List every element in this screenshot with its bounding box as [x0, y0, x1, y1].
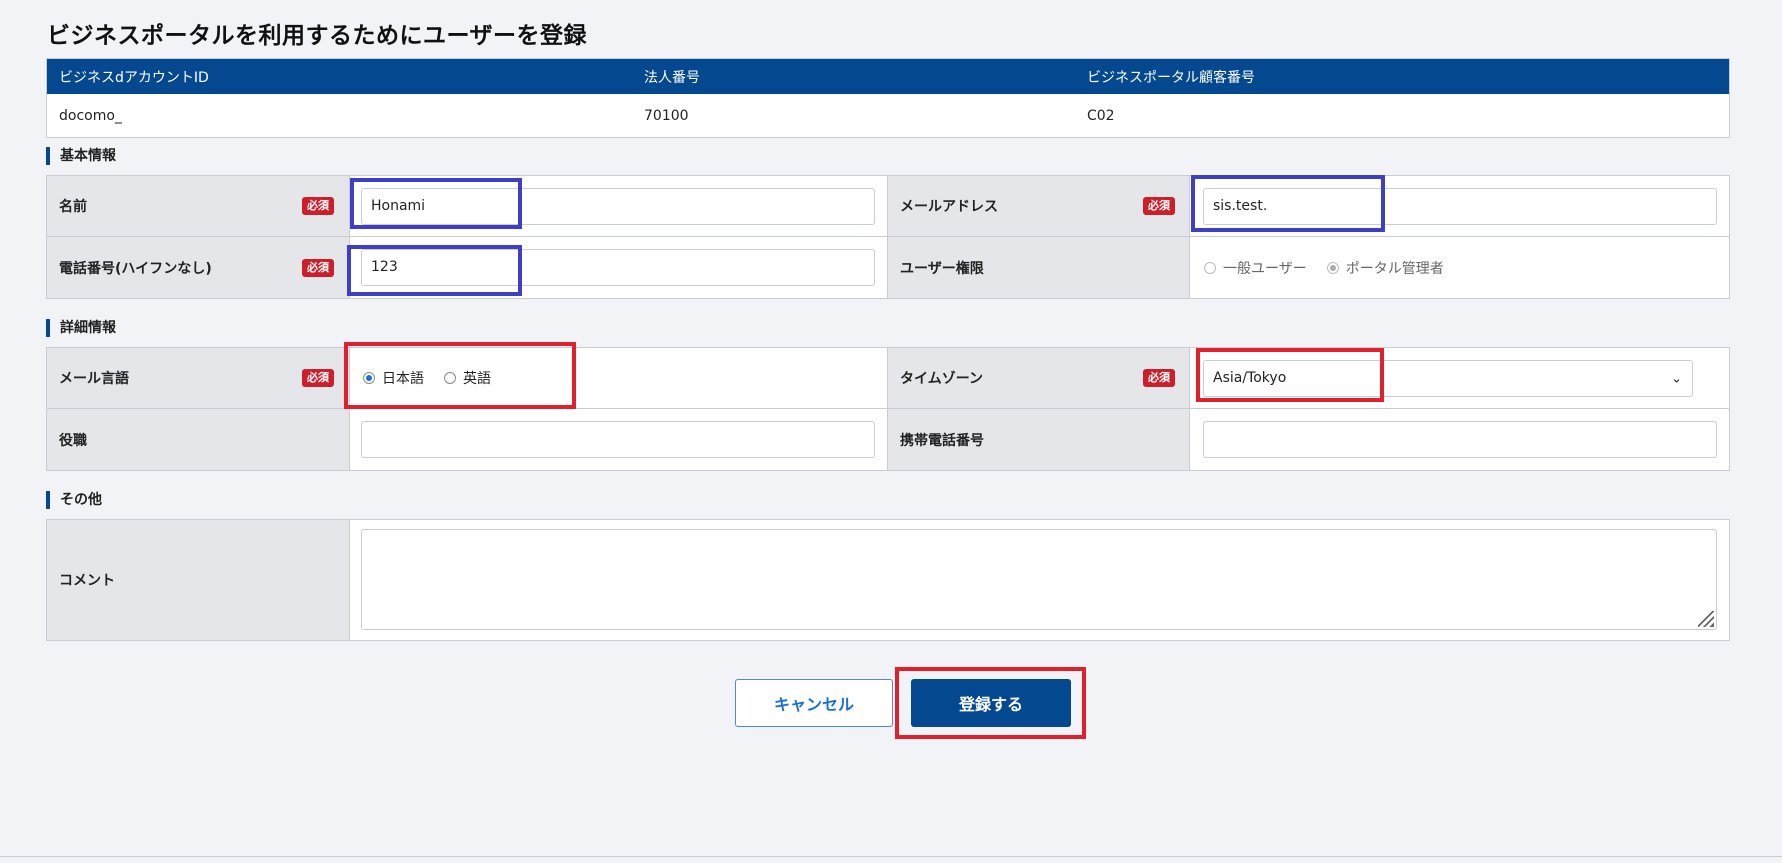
- register-button[interactable]: 登録する: [911, 679, 1071, 727]
- position-input[interactable]: [361, 421, 875, 458]
- phone-label-cell: 電話番号(ハイフンなし) 必須: [47, 237, 350, 298]
- required-badge: 必須: [302, 369, 334, 387]
- required-badge: 必須: [1143, 197, 1175, 215]
- phone-label: 電話番号(ハイフンなし): [59, 260, 212, 277]
- form-row: 名前 必須 Honami メールアドレス 必須 sis.test.: [47, 176, 1729, 237]
- position-label-cell: 役職: [47, 409, 350, 470]
- form-row: メール言語 必須 日本語 英語 タイムゾーン 必須 Asia/Tokyo ⌄: [47, 348, 1729, 409]
- header-corporate-number: 法人番号: [644, 69, 700, 86]
- phone-input[interactable]: 123: [361, 249, 875, 286]
- position-label: 役職: [59, 432, 87, 449]
- detail-info-form: メール言語 必須 日本語 英語 タイムゾーン 必須 Asia/Tokyo ⌄ 役…: [46, 347, 1730, 471]
- radio-label: 一般ユーザー: [1223, 260, 1307, 277]
- resize-grip-icon[interactable]: [1698, 611, 1714, 627]
- form-row: 役職 携帯電話番号: [47, 409, 1729, 470]
- value-business-id: docomo_: [59, 108, 122, 124]
- cancel-button[interactable]: キャンセル: [735, 679, 893, 727]
- role-label: ユーザー権限: [900, 260, 984, 277]
- timezone-label-cell: タイムゾーン 必須: [887, 348, 1190, 408]
- name-input[interactable]: Honami: [361, 188, 875, 225]
- lang-option-japanese[interactable]: 日本語: [363, 368, 424, 388]
- lang-option-english[interactable]: 英語: [444, 368, 491, 388]
- value-corporate-number: 70100: [644, 108, 689, 124]
- name-label: 名前: [59, 199, 87, 215]
- other-form: コメント: [46, 519, 1730, 641]
- form-row: コメント: [47, 520, 1729, 640]
- mobile-label: 携帯電話番号: [900, 432, 984, 449]
- basic-info-form: 名前 必須 Honami メールアドレス 必須 sis.test. 電話番号(ハ…: [46, 175, 1730, 299]
- account-table-row: docomo_ 70100 C02: [47, 94, 1729, 138]
- section-basic-info: 基本情報: [46, 147, 116, 165]
- required-badge: 必須: [302, 197, 334, 215]
- section-detail-info: 詳細情報: [46, 319, 116, 337]
- header-business-id: ビジネスdアカウントID: [59, 69, 209, 86]
- radio-button-selected[interactable]: [363, 372, 375, 384]
- role-option-general[interactable]: 一般ユーザー: [1204, 258, 1307, 278]
- comment-textarea[interactable]: [361, 529, 1717, 630]
- value-customer-number: C02: [1087, 108, 1115, 124]
- footer-divider: [0, 856, 1782, 857]
- timezone-select[interactable]: Asia/Tokyo ⌄: [1203, 360, 1693, 397]
- role-option-portal-admin[interactable]: ポータル管理者: [1326, 258, 1444, 278]
- email-label: メールアドレス: [900, 199, 998, 215]
- chevron-down-icon: ⌄: [1671, 371, 1682, 386]
- required-badge: 必須: [302, 258, 334, 277]
- radio-button-selected[interactable]: [1326, 261, 1339, 274]
- page-title: ビジネスポータルを利用するためにユーザーを登録: [47, 23, 588, 49]
- radio-button[interactable]: [1204, 261, 1216, 274]
- timezone-label: タイムゾーン: [900, 371, 984, 387]
- mail-language-label: メール言語: [59, 371, 129, 387]
- required-badge: 必須: [1143, 369, 1175, 387]
- role-label-cell: ユーザー権限: [887, 237, 1190, 298]
- radio-label: 英語: [463, 371, 491, 387]
- mobile-input[interactable]: [1203, 421, 1717, 458]
- account-info-table: ビジネスdアカウントID 法人番号 ビジネスポータル顧客番号 docomo_ 7…: [46, 58, 1730, 138]
- mobile-label-cell: 携帯電話番号: [887, 409, 1190, 470]
- mail-language-radio-group: 日本語 英語: [363, 368, 511, 388]
- comment-label-cell: コメント: [47, 520, 350, 640]
- name-label-cell: 名前 必須: [47, 176, 350, 236]
- radio-button[interactable]: [444, 372, 456, 384]
- timezone-selected-value: Asia/Tokyo: [1213, 370, 1287, 386]
- header-customer-number: ビジネスポータル顧客番号: [1087, 69, 1255, 86]
- role-radio-group: 一般ユーザー ポータル管理者: [1204, 258, 1464, 278]
- radio-label: ポータル管理者: [1345, 260, 1444, 277]
- email-input[interactable]: sis.test.: [1203, 188, 1717, 225]
- email-label-cell: メールアドレス 必須: [887, 176, 1190, 236]
- form-row: 電話番号(ハイフンなし) 必須 123 ユーザー権限 一般ユーザー ポータル管理…: [47, 237, 1729, 298]
- mail-language-label-cell: メール言語 必須: [47, 348, 350, 408]
- registration-page: ビジネスポータルを利用するためにユーザーを登録 ビジネスdアカウントID 法人番…: [0, 0, 1782, 863]
- section-other: その他: [46, 491, 102, 509]
- radio-label: 日本語: [382, 371, 424, 387]
- comment-label: コメント: [59, 573, 115, 589]
- account-table-header: ビジネスdアカウントID 法人番号 ビジネスポータル顧客番号: [47, 59, 1729, 94]
